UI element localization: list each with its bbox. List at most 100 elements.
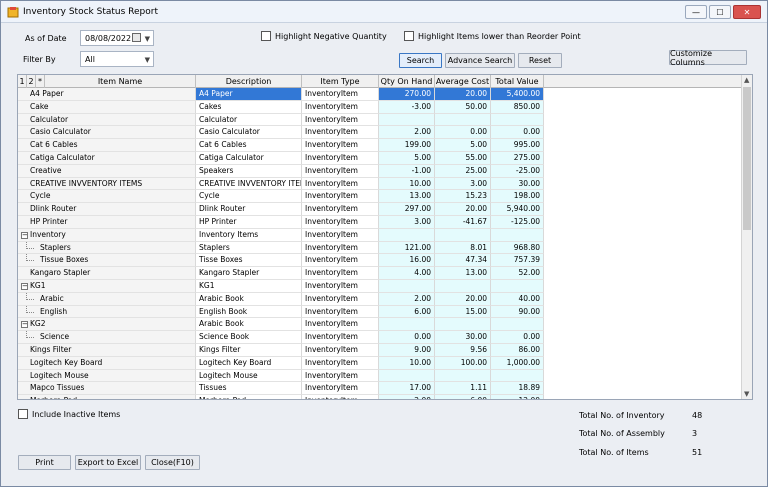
cell-total-value[interactable]: 5,400.00 — [491, 88, 544, 101]
cell-item-type[interactable]: InventoryItem — [302, 190, 379, 204]
cell-average-cost[interactable]: 20.00 — [435, 292, 491, 306]
column-header-item-type[interactable]: Item Type — [302, 75, 379, 88]
scroll-thumb[interactable] — [743, 87, 751, 230]
cell-item-name[interactable]: Arabic — [18, 292, 196, 306]
cell-qty-on-hand[interactable]: 6.00 — [379, 305, 435, 319]
checkbox-icon[interactable] — [18, 409, 28, 419]
cell-item-name[interactable]: English — [18, 305, 196, 319]
cell-qty-on-hand[interactable]: 9.00 — [379, 344, 435, 357]
cell-item-name[interactable]: Mapco Tissues — [18, 382, 196, 396]
cell-qty-on-hand[interactable] — [379, 369, 435, 383]
cell-total-value[interactable]: 995.00 — [491, 139, 544, 152]
advance-search-button[interactable]: Advance Search — [445, 53, 515, 68]
cell-item-type[interactable]: InventoryItem — [302, 203, 379, 216]
cell-average-cost[interactable] — [435, 318, 491, 332]
cell-qty-on-hand[interactable]: 297.00 — [379, 203, 435, 216]
maximize-button[interactable]: ☐ — [709, 5, 731, 19]
calendar-icon[interactable] — [132, 33, 141, 42]
cell-qty-on-hand[interactable]: 13.00 — [379, 190, 435, 204]
table-row[interactable]: Cat 6 Cables Cat 6 Cables InventoryItem 199… — [18, 139, 743, 152]
cell-description[interactable]: Arabic Book — [196, 292, 302, 306]
highlight-reorder-checkbox[interactable]: Highlight Items lower than Reorder Point — [404, 31, 581, 41]
checkbox-icon[interactable] — [261, 31, 271, 41]
cell-description[interactable]: Marbora Pad — [196, 395, 302, 399]
cell-total-value[interactable]: 198.00 — [491, 190, 544, 204]
cell-average-cost[interactable]: 1.11 — [435, 382, 491, 396]
cell-item-name[interactable]: A4 Paper — [18, 88, 196, 101]
cell-item-type[interactable]: InventoryItem — [302, 395, 379, 399]
cell-total-value[interactable]: 968.80 — [491, 241, 544, 255]
cell-item-name[interactable]: − Inventory — [18, 228, 196, 242]
table-row[interactable]: Mapco Tissues Tissues InventoryItem 17.00 1.… — [18, 382, 743, 396]
collapse-icon[interactable]: − — [21, 321, 28, 329]
cell-description[interactable]: Casio Calculator — [196, 126, 302, 140]
cell-description[interactable]: A4 Paper — [196, 88, 302, 101]
scroll-down-icon[interactable]: ▼ — [744, 390, 749, 398]
cell-item-name[interactable]: Tissue Boxes — [18, 254, 196, 268]
table-row[interactable]: Marbora PadMarbora PadInventoryItem2.006… — [18, 395, 743, 399]
table-row[interactable]: CREATIVE INVVENTORY ITEMS CREATIVE INVVEN… — [18, 177, 743, 191]
cell-qty-on-hand[interactable]: -3.00 — [379, 100, 435, 114]
cell-total-value[interactable] — [491, 228, 544, 242]
cell-item-name[interactable]: Creative — [18, 164, 196, 178]
cell-description[interactable]: HP Printer — [196, 216, 302, 229]
table-row[interactable]: − KG1 KG1 InventoryItem — [18, 280, 743, 293]
cell-item-name[interactable]: Marbora Pad — [18, 395, 196, 399]
cell-description[interactable]: Calculator — [196, 113, 302, 127]
cell-average-cost[interactable]: 0.00 — [435, 126, 491, 140]
cell-average-cost[interactable]: 55.00 — [435, 152, 491, 165]
cell-average-cost[interactable] — [435, 228, 491, 242]
cell-total-value[interactable]: 0.00 — [491, 331, 544, 344]
column-header-item-name[interactable]: Item Name — [45, 75, 196, 88]
cell-item-name[interactable]: − KG1 — [18, 280, 196, 293]
cell-total-value[interactable]: 90.00 — [491, 305, 544, 319]
table-row[interactable]: Catiga Calculator Catiga Calculator Invent… — [18, 152, 743, 165]
level-all-button[interactable]: * — [36, 75, 45, 88]
cell-total-value[interactable]: 86.00 — [491, 344, 544, 357]
cell-item-name[interactable]: Staplers — [18, 241, 196, 255]
cell-total-value[interactable]: 1,000.00 — [491, 356, 544, 370]
reset-button[interactable]: Reset — [518, 53, 562, 68]
cell-description[interactable]: Speakers — [196, 164, 302, 178]
cell-description[interactable]: KG1 — [196, 280, 302, 293]
cell-qty-on-hand[interactable] — [379, 318, 435, 332]
cell-total-value[interactable] — [491, 280, 544, 293]
cell-item-name[interactable]: Calculator — [18, 113, 196, 127]
cell-description[interactable]: Cycle — [196, 190, 302, 204]
cell-qty-on-hand[interactable]: 270.00 — [379, 88, 435, 101]
table-row[interactable]: Kangaro Stapler Kangaro Stapler InventoryI… — [18, 267, 743, 280]
filter-by-select[interactable]: All ▼ — [80, 51, 154, 67]
cell-item-type[interactable]: InventoryItem — [302, 113, 379, 127]
cell-item-name[interactable]: Catiga Calculator — [18, 152, 196, 165]
cell-qty-on-hand[interactable]: 2.00 — [379, 292, 435, 306]
cell-item-type[interactable]: InventoryItem — [302, 152, 379, 165]
cell-average-cost[interactable]: 20.00 — [435, 203, 491, 216]
cell-description[interactable]: Dlink Router — [196, 203, 302, 216]
cell-total-value[interactable] — [491, 113, 544, 127]
cell-total-value[interactable]: -25.00 — [491, 164, 544, 178]
highlight-negative-checkbox[interactable]: Highlight Negative Quantity — [261, 31, 387, 41]
customize-columns-button[interactable]: Customize Columns — [669, 49, 747, 67]
cell-item-type[interactable]: InventoryItem — [302, 318, 379, 332]
cell-item-name[interactable]: Cake — [18, 100, 196, 114]
cell-average-cost[interactable]: 8.01 — [435, 241, 491, 255]
cell-total-value[interactable]: 18.89 — [491, 382, 544, 396]
cell-item-name[interactable]: − KG2 — [18, 318, 196, 332]
cell-total-value[interactable]: 5,940.00 — [491, 203, 544, 216]
cell-description[interactable]: Tisse Boxes — [196, 254, 302, 268]
cell-item-name[interactable]: Dlink Router — [18, 203, 196, 216]
cell-average-cost[interactable]: 30.00 — [435, 331, 491, 344]
cell-item-name[interactable]: Cycle — [18, 190, 196, 204]
cell-average-cost[interactable] — [435, 369, 491, 383]
cell-qty-on-hand[interactable]: 10.00 — [379, 177, 435, 191]
chevron-down-icon[interactable]: ▼ — [145, 56, 150, 64]
cell-item-type[interactable]: InventoryItem — [302, 139, 379, 152]
table-row[interactable]: Staplers Staplers InventoryItem 121.00 8.01 9… — [18, 241, 743, 255]
cell-qty-on-hand[interactable]: 10.00 — [379, 356, 435, 370]
collapse-icon[interactable]: − — [21, 283, 28, 290]
cell-item-name[interactable]: Casio Calculator — [18, 126, 196, 140]
cell-description[interactable]: English Book — [196, 305, 302, 319]
cell-item-type[interactable]: InventoryItem — [302, 267, 379, 280]
cell-average-cost[interactable]: 6.00 — [435, 395, 491, 399]
table-row[interactable]: − KG2 Arabic Book InventoryItem — [18, 318, 743, 332]
